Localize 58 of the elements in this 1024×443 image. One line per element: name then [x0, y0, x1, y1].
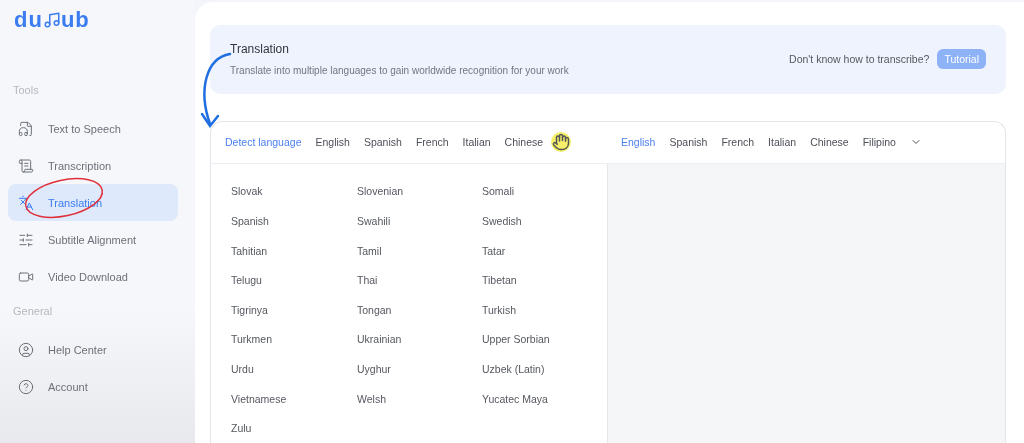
language-tab[interactable]: Spanish	[669, 136, 708, 149]
language-option[interactable]: Yucatec Maya	[482, 392, 548, 405]
language-tab[interactable]: Chinese	[810, 136, 849, 149]
section-title: General	[12, 305, 54, 317]
language-option[interactable]: Spanish	[231, 215, 269, 228]
language-option[interactable]: Tatar	[482, 244, 506, 257]
sliders-icon	[18, 231, 34, 248]
language-option[interactable]: Tahitian	[231, 244, 268, 257]
language-option[interactable]: Uzbek (Latin)	[482, 363, 545, 375]
language-option[interactable]: Tigrinya	[231, 303, 268, 316]
scroll-icon	[18, 157, 34, 174]
language-tab[interactable]: French	[415, 136, 449, 149]
translate-icon	[18, 194, 34, 211]
section-title: Tools	[12, 84, 40, 96]
language-option[interactable]: Swedish	[482, 215, 522, 228]
language-tab[interactable]: Chinese	[504, 136, 544, 149]
sidebar-item[interactable]: Transcription	[8, 147, 178, 184]
language-tab[interactable]: French	[721, 136, 755, 149]
logo-text: du	[14, 7, 43, 33]
language-option[interactable]: Somali	[482, 185, 515, 198]
banner-subtitle: Translate into multiple languages to gain worldwide recognition for your work	[230, 65, 569, 77]
language-option[interactable]: Turkmen	[231, 333, 273, 346]
language-tab[interactable]: Italian	[768, 136, 797, 149]
language-option[interactable]: Tongan	[357, 303, 392, 316]
tutorial-hint: Don't know how to transcribe?	[789, 53, 930, 66]
language-option[interactable]: Welsh	[357, 392, 386, 405]
sidebar-item[interactable]: Text to Speech	[8, 110, 178, 147]
language-tab[interactable]: English	[621, 136, 656, 149]
sidebar-item[interactable]: Account	[8, 368, 178, 405]
language-tab[interactable]: Spanish	[363, 136, 402, 149]
language-option[interactable]: Upper Sorbian	[482, 333, 550, 346]
language-option[interactable]: Telugu	[231, 274, 262, 287]
language-option[interactable]: Slovenian	[357, 185, 404, 198]
language-option[interactable]: Urdu	[231, 363, 254, 375]
language-tab[interactable]: English	[315, 136, 350, 149]
language-option[interactable]: Thai	[357, 274, 378, 287]
sidebar-item[interactable]: Subtitle Alignment	[8, 221, 178, 258]
language-option[interactable]: Ukrainian	[357, 333, 402, 346]
language-option[interactable]: Vietnamese	[231, 392, 287, 405]
logo-text: ub	[60, 7, 90, 33]
language-option[interactable]: Uyghur	[357, 363, 391, 375]
language-option[interactable]: Swahili	[357, 215, 391, 228]
sidebar-item[interactable]: Help Center	[8, 331, 178, 368]
language-option[interactable]: Tamil	[357, 244, 382, 257]
user-icon	[18, 341, 34, 358]
language-tab[interactable]: Italian	[462, 136, 491, 149]
music-note-icon	[42, 11, 61, 29]
document-audio-icon	[18, 120, 34, 137]
language-option[interactable]: Zulu	[231, 422, 252, 435]
banner-title: Translation	[230, 42, 290, 57]
sidebar-item[interactable]: Video Download	[8, 258, 178, 295]
language-option[interactable]: Tibetan	[482, 274, 517, 287]
language-option[interactable]: Slovak	[231, 185, 263, 198]
language-option[interactable]: Turkish	[482, 303, 517, 316]
help-icon	[18, 378, 34, 395]
hand-cursor-icon	[551, 132, 572, 153]
language-tab[interactable]: Filipino	[862, 136, 896, 149]
language-tab[interactable]: Detect language	[225, 136, 302, 149]
